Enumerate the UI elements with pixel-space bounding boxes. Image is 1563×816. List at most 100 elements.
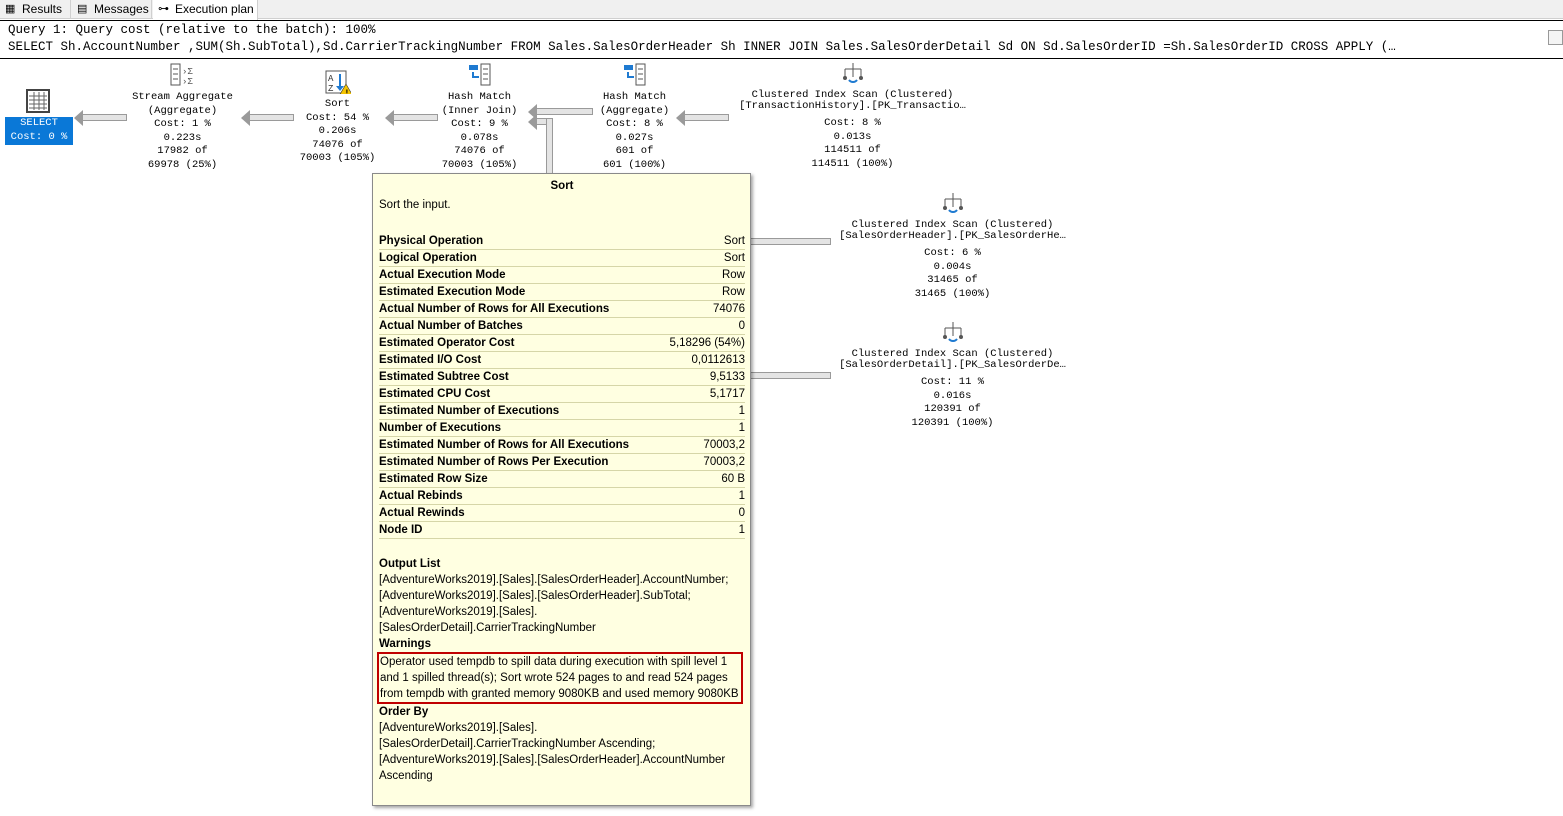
output-list-text: [AdventureWorks2019].[Sales].[SalesOrder… <box>379 574 729 634</box>
clustered-index-scan-salesorderdetail-node[interactable]: Clustered Index Scan (Clustered) [SalesOr… <box>830 321 1075 430</box>
property-name: Actual Rebinds <box>379 490 463 502</box>
property-value: 1 <box>738 524 745 536</box>
node-line: Stream Aggregate <box>132 91 233 103</box>
clustered-index-scan-icon <box>942 322 963 342</box>
property-name: Logical Operation <box>379 252 477 264</box>
node-line: [SalesOrderDetail].[PK_SalesOrderDe… <box>839 359 1066 371</box>
svg-text:!: ! <box>344 89 349 94</box>
property-value: 0 <box>738 320 745 332</box>
node-line: Cost: 54 % <box>305 111 369 124</box>
node-line: 74076 of <box>454 145 505 157</box>
svg-text:›Σ: ›Σ <box>182 77 193 87</box>
hash-match-aggregate-node[interactable]: Hash Match (Aggregate) Cost: 8 % 0.027s 601 … <box>592 63 677 172</box>
property-row: Actual Rewinds 0 <box>379 505 745 522</box>
property-row: Estimated CPU Cost 5,1717 <box>379 386 745 403</box>
clustered-index-scan-icon <box>842 63 863 83</box>
property-row: Estimated Number of Executions 1 <box>379 403 745 420</box>
node-line: 70003 (105%) <box>441 158 518 171</box>
property-value: Sort <box>723 235 745 247</box>
property-name: Estimated Number of Rows Per Execution <box>379 456 609 468</box>
property-name: Estimated CPU Cost <box>379 388 491 400</box>
property-name: Estimated Subtree Cost <box>379 371 509 383</box>
property-row: Estimated Number of Rows for All Executi… <box>379 437 745 454</box>
tab-label: Messages <box>94 2 149 16</box>
property-table: Physical Operation Sort Logical Operation S… <box>379 233 745 539</box>
tab-label: Execution plan <box>175 2 254 16</box>
tooltip-description: Sort the input. <box>379 199 451 211</box>
property-name: Physical Operation <box>379 235 484 247</box>
property-name: Number of Executions <box>379 422 502 434</box>
messages-icon: ▤ <box>77 3 88 15</box>
select-node[interactable]: SELECT Cost: 0 % <box>5 117 73 145</box>
node-line: 70003 (105%) <box>299 152 376 164</box>
node-line: [TransactionHistory].[PK_Transactio… <box>739 100 966 112</box>
node-line: Cost: 6 % <box>924 247 981 259</box>
node-line: 0.206s <box>318 125 357 137</box>
property-row: Logical Operation Sort <box>379 250 745 267</box>
flow-arrow <box>385 110 438 126</box>
property-value: 70003,2 <box>703 456 745 468</box>
property-row: Physical Operation Sort <box>379 233 745 250</box>
node-line: 74076 of <box>312 138 363 151</box>
property-value: 60 B <box>721 473 745 485</box>
query-header: Query 1: Query cost (relative to the bat… <box>0 20 1563 59</box>
flow-arrow <box>528 104 593 120</box>
clustered-index-scan-transactionhistory-node[interactable]: Clustered Index Scan (Clustered) [Transac… <box>730 62 975 171</box>
output-list-label: Output List <box>379 558 441 570</box>
node-line: 0.223s <box>163 131 202 144</box>
property-value: 1 <box>738 490 745 502</box>
clustered-index-scan-icon <box>942 193 963 213</box>
hash-match-icon <box>623 63 645 86</box>
property-row: Estimated I/O Cost 0,0112613 <box>379 352 745 369</box>
node-line: Hash Match <box>447 91 511 103</box>
hash-match-icon <box>468 63 490 86</box>
property-row: Actual Number of Batches 0 <box>379 318 745 335</box>
stream-aggregate-node[interactable]: ›Σ ›Σ Stream Aggregate (Aggregate) Cost: 1 … <box>120 63 245 172</box>
node-line: (Aggregate) <box>147 104 218 117</box>
node-line: 0.016s <box>933 389 972 402</box>
property-name: Estimated Operator Cost <box>379 337 515 349</box>
node-line: 0.004s <box>933 260 972 273</box>
node-line: Sort <box>324 98 351 110</box>
node-line: 69978 (25%) <box>147 158 218 171</box>
property-value: 70003,2 <box>703 439 745 451</box>
node-label: SELECT <box>20 117 58 129</box>
property-row: Actual Number of Rows for All Executions… <box>379 301 745 318</box>
expand-button[interactable] <box>1548 30 1563 45</box>
hash-match-inner-join-node[interactable]: Hash Match (Inner Join) Cost: 9 % 0.078s 740… <box>437 63 522 172</box>
stream-aggregate-icon: ›Σ›Σ <box>170 63 193 87</box>
property-name: Estimated Number of Rows for All Executi… <box>379 439 630 451</box>
node-line: 0.013s <box>833 130 872 143</box>
clustered-index-scan-salesorderheader-node[interactable]: Clustered Index Scan (Clustered) [SalesOr… <box>830 192 1075 301</box>
tab-messages[interactable]: ▤ Messages <box>72 0 152 19</box>
node-line: 31465 (100%) <box>914 287 991 300</box>
node-line: 31465 of <box>927 274 978 286</box>
node-line: Cost: 8 % <box>824 117 881 129</box>
tab-results[interactable]: ▦ Results <box>0 0 71 19</box>
flow-line <box>745 238 831 245</box>
property-row: Estimated Row Size 60 B <box>379 471 745 488</box>
property-name: Estimated I/O Cost <box>379 354 482 366</box>
flow-line <box>546 118 553 178</box>
property-row: Estimated Number of Rows Per Execution 70… <box>379 454 745 471</box>
order-by-label: Order By <box>379 706 429 718</box>
property-name: Estimated Row Size <box>379 473 488 485</box>
tab-execution-plan[interactable]: ⊶ Execution plan <box>153 0 258 20</box>
node-line: 114511 (100%) <box>811 157 894 170</box>
svg-text:›Σ: ›Σ <box>182 67 193 77</box>
node-line: 120391 of <box>924 403 981 415</box>
property-value: 5,1717 <box>709 388 745 400</box>
property-value: 9,5133 <box>709 371 745 383</box>
sort-properties-tooltip: Sort Sort the input. Physical Operation S… <box>372 173 751 806</box>
node-line: [SalesOrderHeader].[PK_SalesOrderHe… <box>839 230 1066 242</box>
property-row: Estimated Execution Mode Row <box>379 284 745 301</box>
property-name: Estimated Number of Executions <box>379 405 560 417</box>
property-name: Estimated Execution Mode <box>379 286 526 298</box>
property-value: 5,18296 (54%) <box>669 337 745 349</box>
warnings-text: Operator used tempdb to spill data durin… <box>377 652 743 704</box>
property-row: Node ID 1 <box>379 522 745 539</box>
warnings-label: Warnings <box>379 638 431 650</box>
svg-text:Z: Z <box>328 84 334 94</box>
node-cost: Cost: 0 % <box>10 130 68 143</box>
sort-node[interactable]: A Z! Sort Cost: 54 % 0.206s 74076 of 70003 (1… <box>290 70 385 166</box>
